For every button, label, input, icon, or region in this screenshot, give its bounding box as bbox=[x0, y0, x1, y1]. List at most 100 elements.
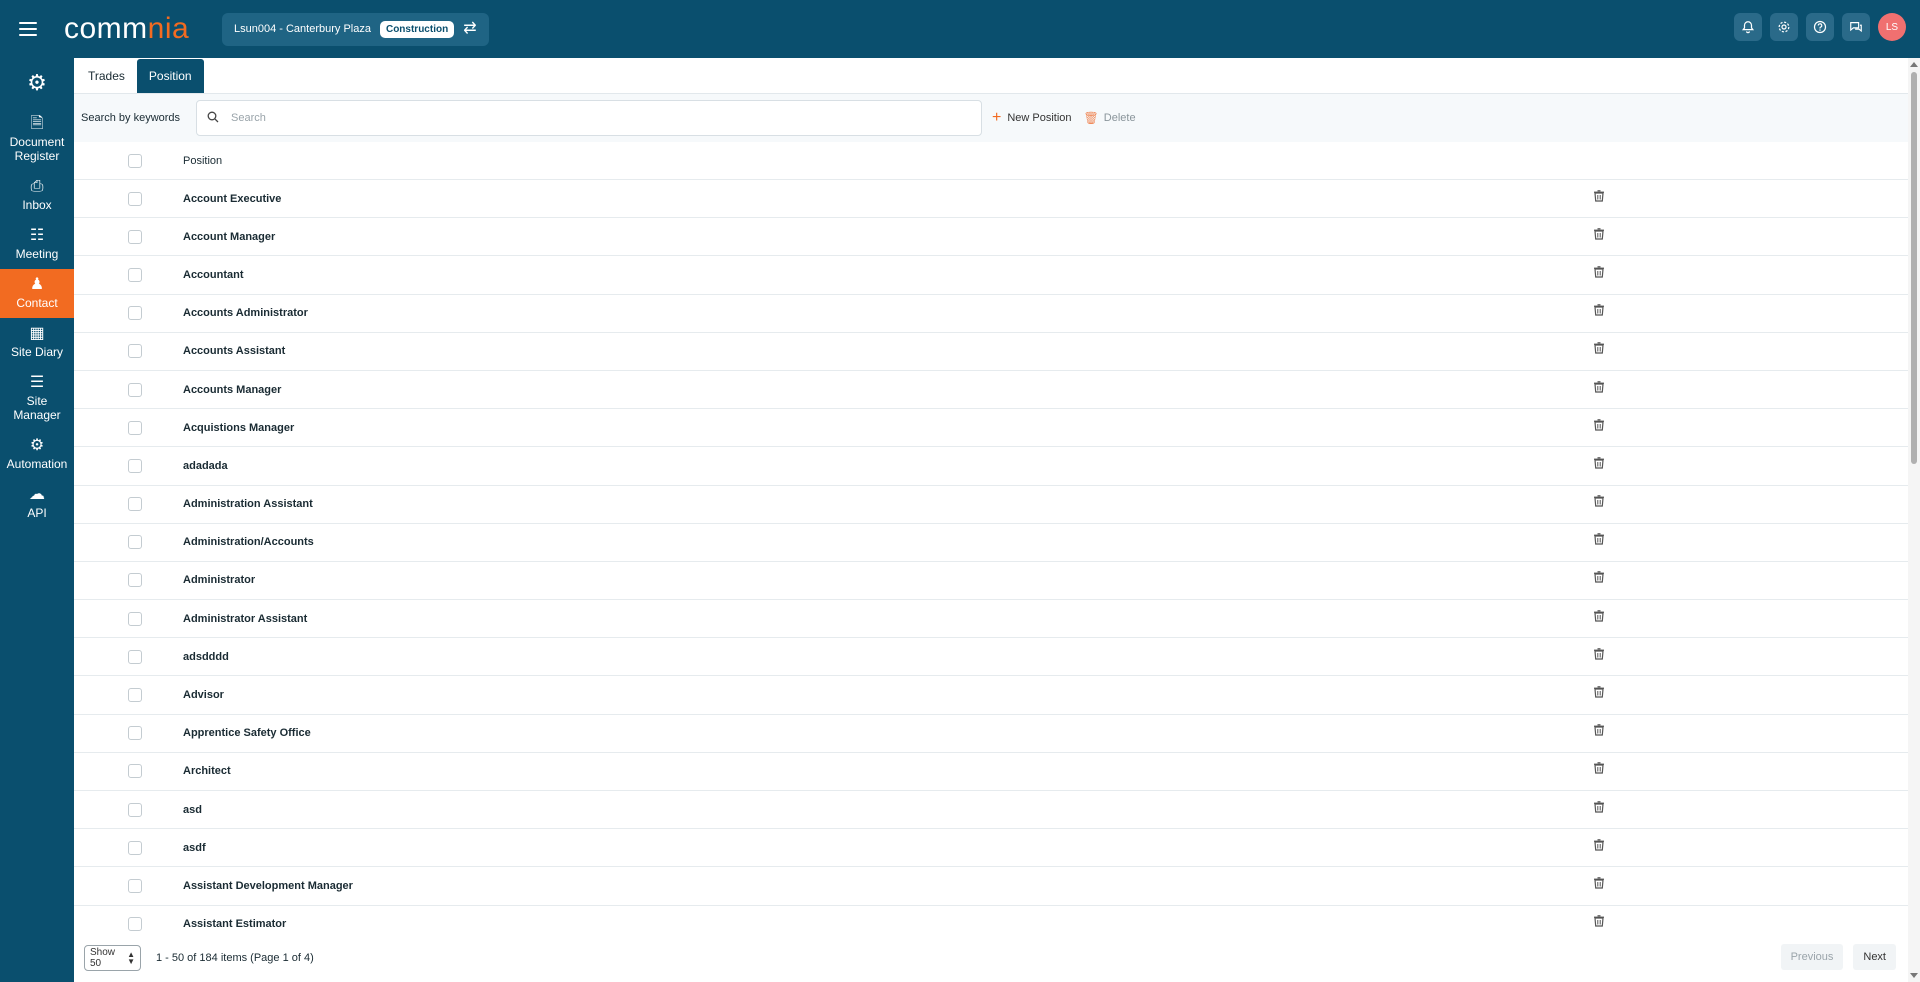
table-row[interactable]: asd bbox=[74, 791, 1908, 830]
app-logo[interactable]: commnia bbox=[64, 12, 194, 46]
table-row[interactable]: Accounts Assistant bbox=[74, 333, 1908, 371]
table-row[interactable]: Administrator bbox=[74, 562, 1908, 601]
table-row[interactable]: adsdddd bbox=[74, 638, 1908, 677]
new-position-button[interactable]: + New Position bbox=[992, 110, 1072, 126]
row-delete-trash-icon[interactable] bbox=[1592, 876, 1606, 890]
row-delete-trash-icon[interactable] bbox=[1592, 723, 1606, 737]
row-checkbox[interactable] bbox=[128, 229, 142, 244]
row-checkbox[interactable] bbox=[128, 535, 142, 550]
sidebar-item-automation[interactable]: ⚙ Automation bbox=[0, 430, 74, 479]
row-delete-trash-icon[interactable] bbox=[1592, 685, 1606, 699]
row-checkbox[interactable] bbox=[128, 611, 142, 626]
row-checkbox[interactable] bbox=[128, 382, 142, 397]
project-selector[interactable]: Lsun004 - Canterbury Plaza Construction … bbox=[222, 12, 489, 46]
row-checkbox[interactable] bbox=[128, 840, 142, 855]
row-delete-trash-icon[interactable] bbox=[1592, 418, 1606, 432]
table-row[interactable]: Accountant bbox=[74, 256, 1908, 295]
table-row[interactable]: Architect bbox=[74, 753, 1908, 791]
row-checkbox[interactable] bbox=[128, 726, 142, 741]
search-input[interactable] bbox=[231, 112, 931, 124]
select-all-checkbox[interactable] bbox=[128, 153, 142, 168]
swap-icon[interactable]: ⇄ bbox=[463, 21, 476, 37]
sidebar-item-inbox[interactable]: ⎙ Inbox bbox=[0, 171, 74, 220]
row-delete-trash-icon[interactable] bbox=[1592, 800, 1606, 814]
sidebar-item-api[interactable]: ☁ API bbox=[0, 479, 74, 528]
row-delete-trash-icon[interactable] bbox=[1592, 380, 1606, 394]
table-row[interactable]: asdf bbox=[74, 829, 1908, 868]
table-row[interactable]: Assistant Development Manager bbox=[74, 867, 1908, 906]
row-delete-trash-icon[interactable] bbox=[1592, 265, 1606, 279]
page-size-select[interactable]: Show 50 ▲ ▼ bbox=[84, 945, 141, 971]
row-checkbox[interactable] bbox=[128, 191, 142, 206]
table-row[interactable]: Advisor bbox=[74, 676, 1908, 715]
bell-icon[interactable] bbox=[1734, 13, 1762, 41]
main-content: Trades Position Search by keywords + New… bbox=[74, 58, 1908, 982]
row-checkbox[interactable] bbox=[128, 917, 142, 932]
table-row[interactable]: Administration/Accounts bbox=[74, 524, 1908, 562]
scroll-up-icon[interactable] bbox=[1910, 62, 1918, 67]
row-checkbox[interactable] bbox=[128, 802, 142, 817]
sidebar-item-contact[interactable]: ♟ Contact bbox=[0, 269, 74, 318]
row-checkbox[interactable] bbox=[128, 306, 142, 321]
scrollbar-thumb[interactable] bbox=[1911, 72, 1917, 464]
row-checkbox[interactable] bbox=[128, 878, 142, 893]
help-icon[interactable] bbox=[1806, 13, 1834, 41]
document-icon: 🗎 bbox=[30, 115, 44, 132]
table-row[interactable]: Administrator Assistant bbox=[74, 600, 1908, 639]
row-delete-trash-icon[interactable] bbox=[1592, 914, 1606, 928]
table-row[interactable]: adadada bbox=[74, 447, 1908, 486]
row-delete-trash-icon[interactable] bbox=[1592, 570, 1606, 584]
tab-position[interactable]: Position bbox=[136, 59, 204, 93]
table-row[interactable]: Accounts Manager bbox=[74, 371, 1908, 410]
search-box[interactable] bbox=[196, 100, 982, 136]
row-delete-trash-icon[interactable] bbox=[1592, 456, 1606, 470]
position-name: Advisor bbox=[183, 689, 224, 702]
row-checkbox[interactable] bbox=[128, 420, 142, 435]
chat-icon[interactable] bbox=[1842, 13, 1870, 41]
row-checkbox[interactable] bbox=[128, 688, 142, 703]
tab-trades[interactable]: Trades bbox=[76, 59, 137, 93]
row-delete-trash-icon[interactable] bbox=[1592, 609, 1606, 623]
contact-icon: ♟ bbox=[29, 276, 45, 293]
menu-icon[interactable] bbox=[0, 0, 56, 58]
row-delete-trash-icon[interactable] bbox=[1592, 532, 1606, 546]
table-row[interactable]: Account Manager bbox=[74, 218, 1908, 257]
row-delete-trash-icon[interactable] bbox=[1592, 647, 1606, 661]
previous-page-button[interactable]: Previous bbox=[1780, 944, 1844, 970]
table-row[interactable]: Account Executive bbox=[74, 180, 1908, 219]
row-checkbox[interactable] bbox=[128, 344, 142, 359]
next-page-button[interactable]: Next bbox=[1853, 944, 1896, 970]
sidebar-item-document-register[interactable]: 🗎 Document Register bbox=[0, 108, 74, 171]
row-delete-trash-icon[interactable] bbox=[1592, 494, 1606, 508]
table-row[interactable]: Accounts Administrator bbox=[74, 295, 1908, 333]
column-header-position[interactable]: Position bbox=[172, 155, 1592, 167]
page-scrollbar[interactable] bbox=[1908, 58, 1920, 982]
position-name: Account Executive bbox=[183, 192, 282, 205]
search-label: Search by keywords bbox=[81, 112, 181, 124]
delete-button[interactable]: 🗑 Delete bbox=[1084, 111, 1136, 125]
position-name: Apprentice Safety Office bbox=[183, 727, 311, 740]
table-row[interactable]: Acquistions Manager bbox=[74, 409, 1908, 448]
user-avatar[interactable]: LS bbox=[1878, 13, 1906, 41]
row-checkbox[interactable] bbox=[128, 573, 142, 588]
row-delete-trash-icon[interactable] bbox=[1592, 189, 1606, 203]
row-checkbox[interactable] bbox=[128, 649, 142, 664]
row-checkbox[interactable] bbox=[128, 497, 142, 512]
row-delete-trash-icon[interactable] bbox=[1592, 303, 1606, 317]
sidebar-item-site-manager[interactable]: ☰ Site Manager bbox=[0, 367, 74, 430]
table-row[interactable]: Administration Assistant bbox=[74, 486, 1908, 524]
gear-icon[interactable] bbox=[1770, 13, 1798, 41]
row-checkbox[interactable] bbox=[128, 267, 142, 282]
row-checkbox[interactable] bbox=[128, 458, 142, 473]
settings-gear-icon[interactable]: ⚙ bbox=[0, 58, 74, 108]
row-delete-trash-icon[interactable] bbox=[1592, 227, 1606, 241]
row-delete-trash-icon[interactable] bbox=[1592, 341, 1606, 355]
row-delete-trash-icon[interactable] bbox=[1592, 838, 1606, 852]
table-row[interactable]: Apprentice Safety Office bbox=[74, 715, 1908, 753]
sidebar-item-site-diary[interactable]: ▦ Site Diary bbox=[0, 318, 74, 367]
scroll-down-icon[interactable] bbox=[1910, 973, 1918, 978]
position-name: asd bbox=[183, 803, 202, 816]
row-delete-trash-icon[interactable] bbox=[1592, 761, 1606, 775]
row-checkbox[interactable] bbox=[128, 764, 142, 779]
sidebar-item-meeting[interactable]: ☷ Meeting bbox=[0, 220, 74, 269]
